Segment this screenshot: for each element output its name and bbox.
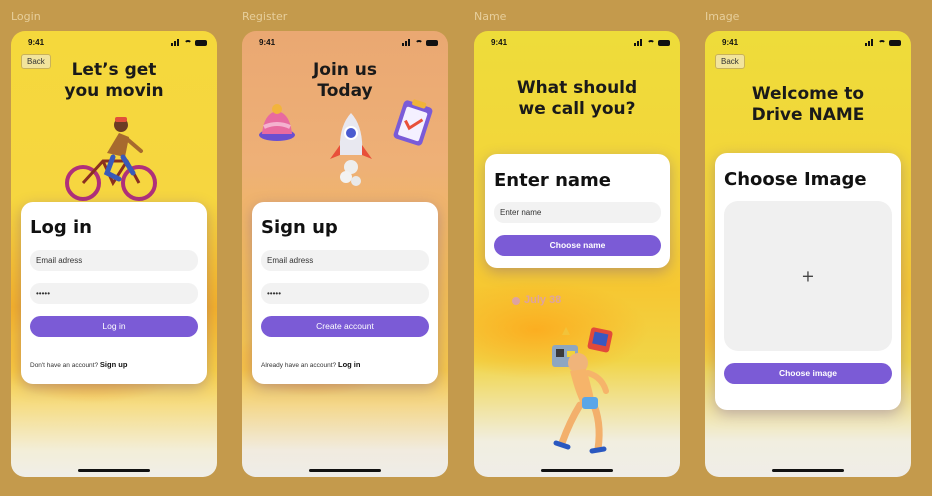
status-time: 9:41 — [28, 38, 45, 47]
register-screen: 9:41 Join us Today Sign up Email adress … — [242, 31, 448, 477]
image-dropzone[interactable]: + — [724, 201, 892, 351]
page-title-line-2: you movin — [64, 81, 164, 101]
card-title: Choose Image — [724, 169, 867, 190]
password-field[interactable]: ••••• — [30, 283, 198, 304]
page-title: Welcome to Drive NAME — [705, 84, 911, 126]
battery-icon — [426, 39, 438, 46]
wifi-icon — [184, 39, 192, 46]
page-title-line-1: Join us — [312, 60, 378, 80]
email-field[interactable]: Email adress — [261, 250, 429, 271]
status-bar: 9:41 — [705, 38, 911, 50]
battery-icon — [658, 39, 670, 46]
status-time: 9:41 — [259, 38, 276, 47]
status-time: 9:41 — [491, 38, 508, 47]
clipboard-illustration — [393, 99, 433, 146]
create-account-button[interactable]: Create account — [261, 316, 429, 337]
signal-icon — [634, 39, 644, 46]
page-title: Let’s get you movin — [11, 60, 217, 102]
choose-name-button[interactable]: Choose name — [494, 235, 661, 256]
page-title-line-2: Drive NAME — [751, 105, 865, 125]
wifi-icon — [878, 39, 886, 46]
cyclist-illustration — [65, 117, 157, 201]
signal-icon — [171, 39, 181, 46]
plus-icon: + — [801, 266, 815, 286]
battery-icon — [195, 39, 207, 46]
signup-prompt: Don't have an account? Sign up — [30, 360, 127, 369]
frame-label-name: Name — [474, 10, 507, 23]
status-bar: 9:41 — [474, 38, 680, 50]
wifi-icon — [415, 39, 423, 46]
signal-icon — [865, 39, 875, 46]
home-indicator — [772, 469, 844, 472]
ghost-text: July 38 — [524, 294, 562, 306]
name-card: Enter name Enter name Choose name — [485, 154, 670, 268]
home-indicator — [78, 469, 150, 472]
ghost-dot — [512, 297, 520, 305]
login-prompt: Already have an account? Log in — [261, 360, 360, 369]
page-title-line-1: Welcome to — [751, 84, 865, 104]
card-title: Enter name — [494, 170, 611, 191]
signal-icon — [402, 39, 412, 46]
email-field[interactable]: Email adress — [30, 250, 198, 271]
back-button[interactable]: Back — [715, 54, 745, 69]
login-prompt-text: Already have an account? — [261, 362, 337, 369]
status-bar: 9:41 — [11, 38, 217, 50]
signup-prompt-text: Don't have an account? — [30, 362, 99, 369]
battery-icon — [889, 39, 901, 46]
page-title-line-1: What should — [516, 78, 638, 98]
frame-label-register: Register — [242, 10, 288, 23]
card-title: Sign up — [261, 217, 338, 238]
character-illustration — [552, 327, 613, 454]
image-screen: 9:41 Back Welcome to Drive NAME Choose I… — [705, 31, 911, 477]
page-title-line-2: we call you? — [518, 99, 636, 119]
status-time: 9:41 — [722, 38, 739, 47]
login-screen: 9:41 Back Let’s get you movin Log in Ema… — [11, 31, 217, 477]
page-title: What should we call you? — [474, 78, 680, 120]
page-title-line-1: Let’s get — [71, 60, 157, 80]
rocket-illustration — [330, 113, 372, 186]
image-card: Choose Image + Choose image — [715, 153, 901, 410]
login-card: Log in Email adress ••••• Log in Don't h… — [21, 202, 207, 384]
name-input[interactable]: Enter name — [494, 202, 661, 223]
login-button[interactable]: Log in — [30, 316, 198, 337]
login-link[interactable]: Log in — [338, 360, 361, 369]
choose-image-button[interactable]: Choose image — [724, 363, 892, 384]
page-title: Join us Today — [242, 60, 448, 102]
wifi-icon — [647, 39, 655, 46]
signup-card: Sign up Email adress ••••• Create accoun… — [252, 202, 438, 384]
home-indicator — [309, 469, 381, 472]
hat-illustration — [259, 104, 295, 141]
card-title: Log in — [30, 217, 92, 238]
status-bar: 9:41 — [242, 38, 448, 50]
frame-label-login: Login — [11, 10, 41, 23]
signup-link[interactable]: Sign up — [100, 360, 128, 369]
password-field[interactable]: ••••• — [261, 283, 429, 304]
home-indicator — [541, 469, 613, 472]
frame-label-image: Image — [705, 10, 740, 23]
name-screen: 9:41 What should we call you? Enter name… — [474, 31, 680, 477]
